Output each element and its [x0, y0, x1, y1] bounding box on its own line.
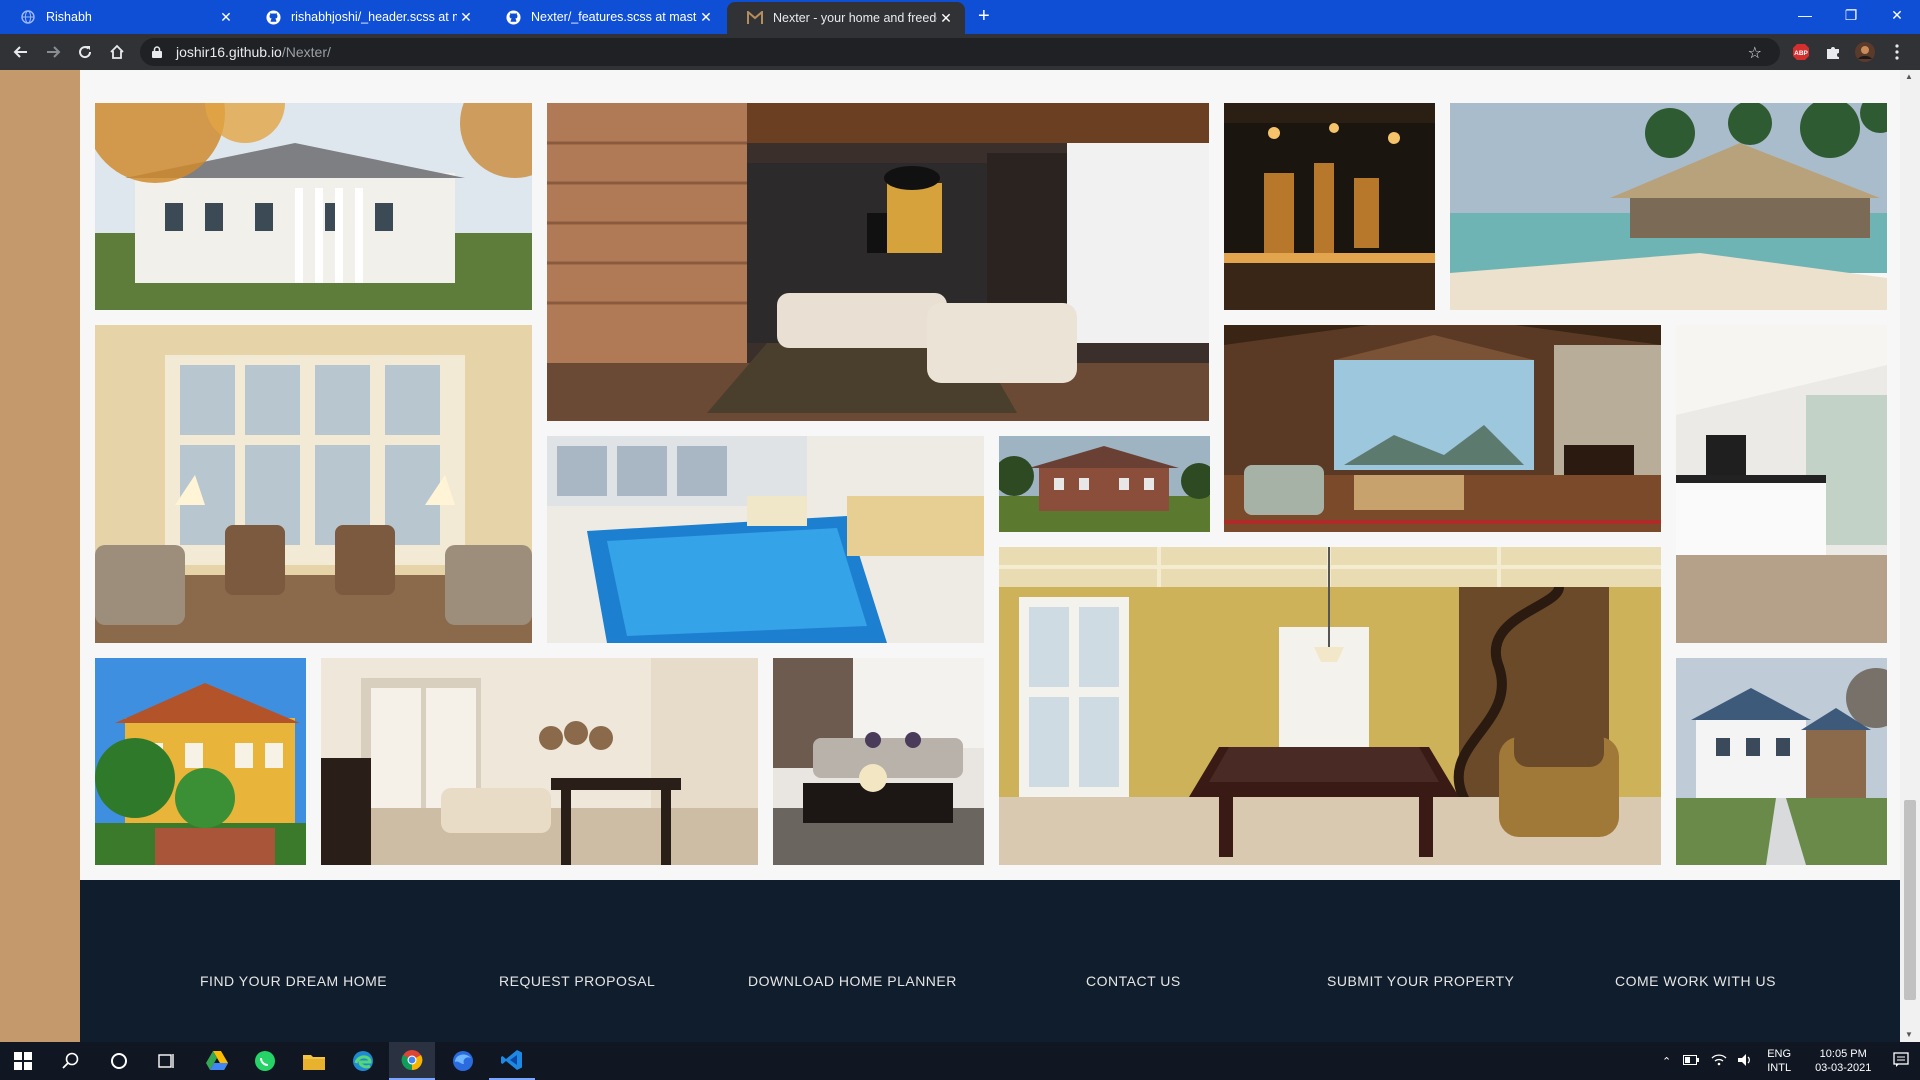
- close-icon[interactable]: ✕: [697, 9, 715, 26]
- notification-center-icon[interactable]: [1893, 1051, 1909, 1071]
- github-icon: [265, 9, 281, 25]
- wifi-icon[interactable]: [1711, 1053, 1727, 1069]
- volume-icon[interactable]: [1737, 1053, 1753, 1070]
- tab-title: Rishabh: [46, 10, 92, 24]
- url-path: /Nexter/: [281, 44, 331, 60]
- gallery-image-7: [999, 436, 1210, 532]
- menu-kebab-icon[interactable]: [1887, 42, 1907, 62]
- keyboard-layout: INTL: [1767, 1062, 1792, 1074]
- clock-date: 03-03-2021: [1815, 1062, 1872, 1074]
- clock[interactable]: 10:05 PM 03-03-2021: [1815, 1047, 1871, 1075]
- footer-link-download-home-planner[interactable]: DOWNLOAD HOME PLANNER: [748, 973, 957, 989]
- side-accent-band: [0, 70, 80, 1042]
- browser-toolbar: joshir16.github.io/Nexter/ ☆ ABP: [0, 34, 1920, 70]
- tab-rishabh[interactable]: Rishabh ✕: [0, 0, 245, 34]
- task-view-icon[interactable]: [144, 1042, 190, 1080]
- input-language[interactable]: ENG INTL: [1767, 1047, 1791, 1075]
- gallery-image-9: [1676, 325, 1887, 643]
- footer-link-submit-property[interactable]: SUBMIT YOUR PROPERTY: [1327, 973, 1514, 989]
- battery-icon[interactable]: [1683, 1054, 1700, 1068]
- home-icon[interactable]: [105, 40, 129, 64]
- start-icon[interactable]: [0, 1042, 46, 1080]
- gallery-image-4: [1450, 103, 1887, 310]
- bookmark-star-icon[interactable]: ☆: [1748, 43, 1762, 63]
- gallery-image-1: [95, 103, 532, 310]
- close-window-icon[interactable]: ✕: [1874, 0, 1920, 30]
- address-bar[interactable]: joshir16.github.io/Nexter/ ☆: [140, 38, 1780, 66]
- edge-icon[interactable]: [340, 1042, 386, 1080]
- forward-arrow-icon[interactable]: [41, 40, 65, 64]
- scroll-up-arrow-icon[interactable]: ▲: [1905, 72, 1913, 81]
- windows-taskbar: ⌃ ENG INTL 10:05 PM 03-03-2021: [0, 1042, 1920, 1080]
- footer-link-request-proposal[interactable]: REQUEST PROPOSAL: [499, 973, 655, 989]
- nexter-icon: [747, 10, 763, 26]
- extensions-puzzle-icon[interactable]: [1823, 42, 1843, 62]
- cortana-icon[interactable]: [96, 1042, 142, 1080]
- page-scrollbar[interactable]: ▲ ▼: [1900, 70, 1920, 1042]
- profile-avatar[interactable]: [1855, 42, 1875, 62]
- gallery-image-8: [1224, 325, 1661, 532]
- url-host: joshir16.github.io: [176, 44, 282, 60]
- vscode-icon[interactable]: [489, 1042, 535, 1080]
- footer-link-come-work-with-us[interactable]: COME WORK WITH US: [1615, 973, 1776, 989]
- tab-header-scss[interactable]: rishabhjoshi/_header.scss at mas ✕: [245, 0, 485, 34]
- minimize-icon[interactable]: —: [1782, 0, 1828, 30]
- reload-icon[interactable]: [73, 40, 97, 64]
- firefox-icon[interactable]: [440, 1042, 486, 1080]
- gallery-image-2: [547, 103, 1209, 421]
- new-tab-button[interactable]: +: [978, 6, 990, 26]
- google-drive-icon[interactable]: [194, 1042, 240, 1080]
- adblock-label: ABP: [1794, 50, 1808, 57]
- gallery-image-11: [95, 658, 306, 865]
- footer-link-contact-us[interactable]: CONTACT US: [1086, 973, 1181, 989]
- close-icon[interactable]: ✕: [217, 9, 235, 26]
- restore-icon[interactable]: ❐: [1828, 0, 1874, 30]
- tab-title: Nexter - your home and freedom: [773, 11, 937, 25]
- tab-features-scss[interactable]: Nexter/_features.scss at master · ✕: [485, 0, 725, 34]
- github-icon: [505, 9, 521, 25]
- gallery-image-13: [773, 658, 984, 865]
- scroll-thumb[interactable]: [1904, 800, 1916, 1000]
- scroll-down-arrow-icon[interactable]: ▼: [1905, 1030, 1913, 1039]
- close-icon[interactable]: ✕: [457, 9, 475, 26]
- browser-tab-bar: Rishabh ✕ rishabhjoshi/_header.scss at m…: [0, 0, 1920, 34]
- adblock-plus-icon[interactable]: ABP: [1791, 42, 1811, 62]
- back-arrow-icon[interactable]: [9, 40, 33, 64]
- gallery-image-12: [321, 658, 758, 865]
- gallery-image-10: [999, 547, 1661, 865]
- search-icon[interactable]: [48, 1042, 94, 1080]
- gallery-image-5: [95, 325, 532, 643]
- file-explorer-icon[interactable]: [291, 1042, 337, 1080]
- gallery-image-14: [1676, 658, 1887, 865]
- gallery-image-6: [547, 436, 984, 643]
- gallery-image-3: [1224, 103, 1435, 310]
- footer-link-find-dream-home[interactable]: FIND YOUR DREAM HOME: [200, 973, 387, 989]
- site-footer: [80, 880, 1900, 1042]
- clock-time: 10:05 PM: [1819, 1048, 1867, 1060]
- tab-title: Nexter/_features.scss at master ·: [531, 10, 697, 24]
- chrome-icon[interactable]: [389, 1042, 435, 1080]
- chevron-up-icon[interactable]: ⌃: [1662, 1055, 1671, 1068]
- lock-icon: [152, 46, 166, 58]
- whatsapp-icon[interactable]: [242, 1042, 288, 1080]
- close-icon[interactable]: ✕: [937, 10, 955, 27]
- language-code: ENG: [1767, 1048, 1792, 1060]
- globe-icon: [20, 9, 36, 25]
- page-viewport: FIND YOUR DREAM HOME REQUEST PROPOSAL DO…: [0, 70, 1920, 1042]
- system-tray: ⌃ ENG INTL 10:05 PM 03-03-2021: [1662, 1042, 1909, 1080]
- tab-nexter[interactable]: Nexter - your home and freedom ✕: [727, 2, 965, 34]
- tab-title: rishabhjoshi/_header.scss at mas: [291, 10, 457, 24]
